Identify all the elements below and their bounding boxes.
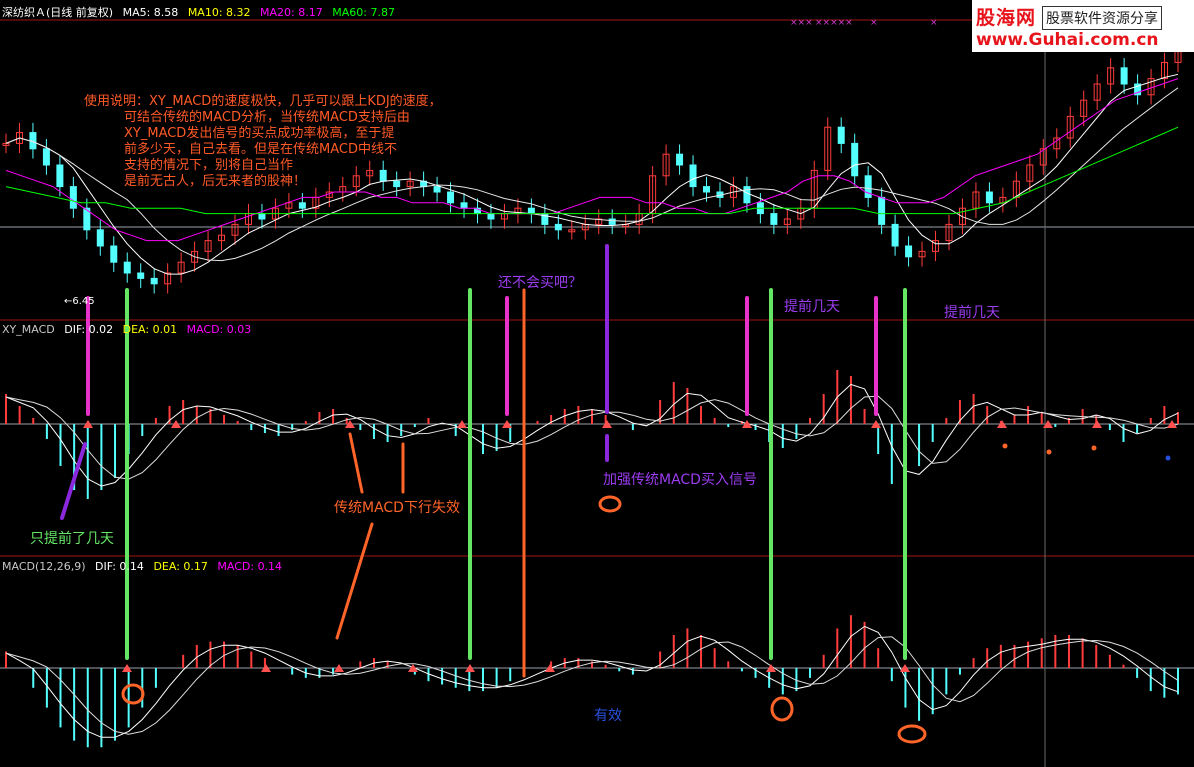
signal-dot xyxy=(1046,449,1052,455)
signal-mark: × xyxy=(930,18,938,28)
xy-macd-dif xyxy=(5,383,1179,487)
logo-name: 股海网 xyxy=(976,7,1037,29)
logo-url: www.Guhai.com.cn xyxy=(976,30,1159,50)
candle-body xyxy=(137,272,145,279)
candle-body xyxy=(69,186,77,209)
orange-marker-line xyxy=(335,522,374,640)
ma5-value: MA5: 8.58 xyxy=(122,6,179,19)
hand-drawn-circle xyxy=(598,495,622,513)
candle-body xyxy=(123,261,131,274)
hand-drawn-circle xyxy=(121,683,145,705)
candle-body xyxy=(891,223,899,247)
candle-body xyxy=(527,207,535,215)
hand-drawn-circle xyxy=(770,696,794,722)
xy-macd-header: XY_MACD DIF: 0.02 DEA: 0.01 MACD: 0.03 xyxy=(2,323,257,336)
note-line: 可结合传统的MACD分析，当传统MACD支持后由 xyxy=(124,110,410,125)
signal-mark: × xyxy=(870,18,878,28)
candle-body xyxy=(703,186,711,193)
candle-body xyxy=(878,196,886,225)
candle-body xyxy=(150,277,158,285)
annotation-early-2: 提前几天 xyxy=(944,305,1000,321)
xy-macd-name: XY_MACD xyxy=(2,323,55,336)
chart-window: { "header": { "title": "深纺织Ａ(日线 前复权)", "… xyxy=(0,0,1194,767)
candle-body xyxy=(298,202,306,209)
stock-title: 深纺织Ａ(日线 前复权) xyxy=(2,6,114,19)
xy-dea-value: DEA: 0.01 xyxy=(122,323,178,336)
candle-body xyxy=(447,191,455,204)
macd-macd-value: MACD: 0.14 xyxy=(217,560,283,573)
ma10-value: MA10: 8.32 xyxy=(187,6,251,19)
macd-dea-value: DEA: 0.17 xyxy=(153,560,208,573)
annotation-effective: 有效 xyxy=(594,708,622,724)
macd-dif-value: DIF: 0.14 xyxy=(95,560,144,573)
annotation-early-1: 提前几天 xyxy=(784,299,840,315)
signal-dot xyxy=(1002,443,1008,449)
candle-body xyxy=(689,164,697,188)
annotation-enhanced: 加强传统MACD买入信号 xyxy=(603,472,757,488)
signal-mark: ××××× xyxy=(815,18,853,28)
low-price-tag: ←6.45 xyxy=(64,296,95,307)
candle-body xyxy=(42,148,50,166)
xy-macd-value: MACD: 0.03 xyxy=(186,323,252,336)
candle-body xyxy=(905,245,913,258)
note-line: 使用说明：XY_MACD的速度极快，几乎可以跟上KDJ的速度， xyxy=(84,94,442,109)
hand-drawn-circle xyxy=(897,724,927,744)
site-logo: 股海网 股票软件资源分享 www.Guhai.com.cn xyxy=(972,0,1194,52)
candle-body xyxy=(554,223,562,231)
xy-dif-value: DIF: 0.02 xyxy=(64,323,114,336)
logo-tagline: 股票软件资源分享 xyxy=(1042,6,1162,30)
annotation-traditional-fail: 传统MACD下行失效 xyxy=(334,500,460,516)
candle-body xyxy=(258,213,266,220)
xy-macd-dea xyxy=(5,395,1179,480)
macd-dif xyxy=(5,625,1179,738)
candle-body xyxy=(985,191,993,204)
ma60-value: MA60: 7.87 xyxy=(332,6,395,19)
candle-body xyxy=(460,202,468,209)
candle-body xyxy=(608,218,616,225)
ma20-value: MA20: 8.17 xyxy=(260,6,323,19)
candle-body xyxy=(56,164,64,188)
usage-note: 使用说明：XY_MACD的速度极快，几乎可以跟上KDJ的速度， 可结合传统的MA… xyxy=(84,94,442,190)
candle-body xyxy=(676,153,684,166)
signal-dot xyxy=(1091,445,1097,451)
annotation-only-early: 只提前了几天 xyxy=(30,531,114,547)
candle-body xyxy=(487,213,495,220)
candle-body xyxy=(1120,67,1128,85)
orange-marker-line xyxy=(348,432,364,494)
candle-body xyxy=(837,126,845,144)
signal-dot xyxy=(1165,455,1171,461)
note-line: XY_MACD发出信号的买点成功率极高，至于提 xyxy=(124,126,395,141)
macd-header: MACD(12,26,9) DIF: 0.14 DEA: 0.17 MACD: … xyxy=(2,560,288,573)
candle-body xyxy=(96,229,104,247)
candle-body xyxy=(851,142,859,177)
candle-body xyxy=(110,245,118,263)
main-panel-header: 深纺织Ａ(日线 前复权) MA5: 8.58 MA10: 8.32 MA20: … xyxy=(2,6,401,19)
annotation-wont-buy: 还不会买吧？ xyxy=(498,275,582,291)
note-line: 是前无古人，后无来者的股神！ xyxy=(124,174,307,189)
note-line: 支持的情况下，别将自己当作 xyxy=(124,158,294,173)
candle-body xyxy=(743,186,751,204)
macd-name: MACD(12,26,9) xyxy=(2,560,86,573)
candle-body xyxy=(770,213,778,225)
note-line: 前多少天，自己去看。但是在传统MACD中线不 xyxy=(124,142,397,157)
signal-mark: ××× xyxy=(790,18,813,28)
